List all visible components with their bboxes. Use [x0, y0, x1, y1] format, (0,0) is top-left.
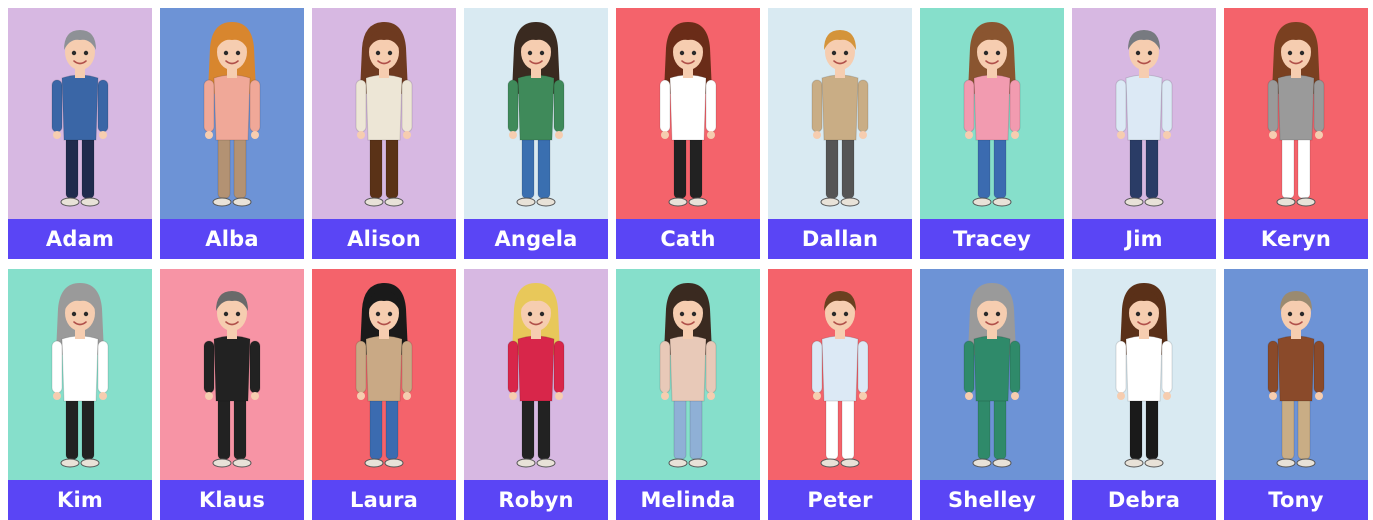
character-name: Adam [8, 219, 152, 259]
avatar-illustration [1224, 269, 1368, 480]
character-name: Keryn [1224, 219, 1368, 259]
avatar-illustration [8, 8, 152, 219]
character-card[interactable]: Robyn [464, 269, 608, 520]
avatar-illustration [464, 8, 608, 219]
avatar-female-icon [507, 22, 565, 207]
avatar-female-icon [1267, 22, 1325, 207]
avatar-female-icon [659, 283, 717, 468]
avatar-illustration [1224, 8, 1368, 219]
character-name: Tracey [920, 219, 1064, 259]
character-card[interactable]: Shelley [920, 269, 1064, 520]
character-name: Kim [8, 480, 152, 520]
avatar-illustration [616, 269, 760, 480]
avatar-male-icon [51, 30, 109, 207]
character-card[interactable]: Tony [1224, 269, 1368, 520]
avatar-male-icon [811, 291, 869, 468]
character-card[interactable]: Alison [312, 8, 456, 259]
character-card[interactable]: Jim [1072, 8, 1216, 259]
avatar-male-icon [1267, 291, 1325, 468]
avatar-female-icon [963, 22, 1021, 207]
avatar-illustration [312, 8, 456, 219]
avatar-illustration [8, 269, 152, 480]
avatar-illustration [160, 269, 304, 480]
character-card[interactable]: Peter [768, 269, 912, 520]
character-name: Alison [312, 219, 456, 259]
character-name: Klaus [160, 480, 304, 520]
avatar-male-icon [203, 291, 261, 468]
avatar-female-icon [963, 283, 1021, 468]
avatar-female-icon [1115, 283, 1173, 468]
character-name: Dallan [768, 219, 912, 259]
avatar-female-icon [51, 283, 109, 468]
character-grid: Adam Alba Alison Angela Cath Dallan Trac… [8, 8, 1370, 520]
character-name: Debra [1072, 480, 1216, 520]
avatar-illustration [768, 8, 912, 219]
character-card[interactable]: Keryn [1224, 8, 1368, 259]
character-name: Tony [1224, 480, 1368, 520]
avatar-illustration [920, 8, 1064, 219]
avatar-male-icon [811, 30, 869, 207]
character-name: Alba [160, 219, 304, 259]
character-card[interactable]: Cath [616, 8, 760, 259]
character-name: Robyn [464, 480, 608, 520]
character-name: Peter [768, 480, 912, 520]
avatar-male-icon [1115, 30, 1173, 207]
character-name: Laura [312, 480, 456, 520]
character-card[interactable]: Debra [1072, 269, 1216, 520]
character-card[interactable]: Angela [464, 8, 608, 259]
avatar-illustration [768, 269, 912, 480]
character-card[interactable]: Klaus [160, 269, 304, 520]
character-name: Jim [1072, 219, 1216, 259]
avatar-female-icon [659, 22, 717, 207]
avatar-illustration [920, 269, 1064, 480]
character-card[interactable]: Alba [160, 8, 304, 259]
avatar-illustration [616, 8, 760, 219]
character-name: Melinda [616, 480, 760, 520]
avatar-female-icon [355, 22, 413, 207]
avatar-female-icon [355, 283, 413, 468]
avatar-illustration [464, 269, 608, 480]
character-name: Cath [616, 219, 760, 259]
avatar-illustration [1072, 8, 1216, 219]
avatar-illustration [1072, 269, 1216, 480]
character-card[interactable]: Melinda [616, 269, 760, 520]
avatar-illustration [312, 269, 456, 480]
avatar-female-icon [507, 283, 565, 468]
character-card[interactable]: Dallan [768, 8, 912, 259]
character-card[interactable]: Kim [8, 269, 152, 520]
character-name: Angela [464, 219, 608, 259]
character-name: Shelley [920, 480, 1064, 520]
character-card[interactable]: Tracey [920, 8, 1064, 259]
avatar-illustration [160, 8, 304, 219]
character-card[interactable]: Adam [8, 8, 152, 259]
avatar-female-icon [203, 22, 261, 207]
character-card[interactable]: Laura [312, 269, 456, 520]
